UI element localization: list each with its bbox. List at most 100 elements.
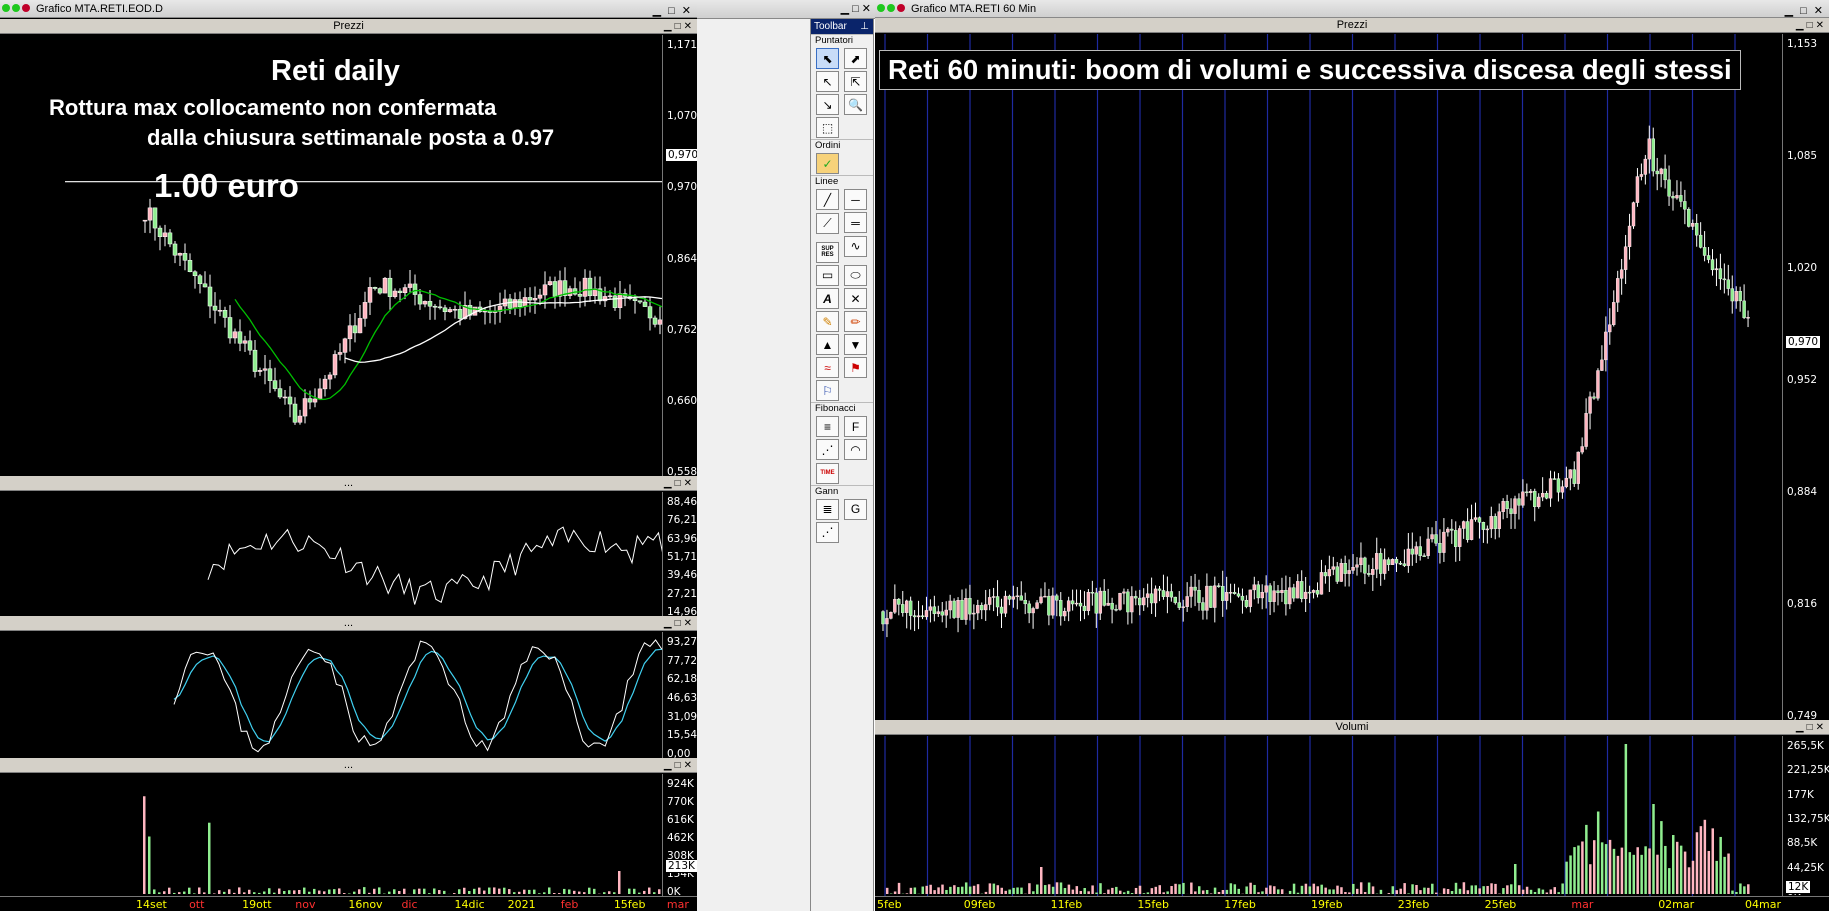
candle-body: [527, 297, 533, 301]
hourly-volume-bar: [1324, 887, 1327, 894]
flag-tool-icon[interactable]: ⚑: [844, 357, 867, 378]
pointer-info-tool-icon[interactable]: ⬈: [844, 48, 867, 69]
pointer-tool-icon[interactable]: ⬉: [816, 48, 839, 69]
volume-bar: [348, 893, 351, 894]
hourly-candle-body: [897, 598, 901, 605]
ellipse-tool-icon[interactable]: ⬭: [844, 265, 867, 286]
hourly-volume-bar: [933, 890, 936, 894]
hourly-volume-bar: [1257, 892, 1260, 894]
window-controls[interactable]: ▁ □ ✕: [653, 2, 693, 20]
daily-volume-chart[interactable]: [0, 774, 662, 896]
fib-fan-tool-icon[interactable]: ⋰: [816, 439, 839, 460]
text-tool-icon[interactable]: A: [816, 288, 839, 309]
gann-grid-tool-icon[interactable]: ≣: [816, 498, 839, 520]
volume-bar: [228, 889, 231, 894]
volume-bar: [573, 890, 576, 894]
hourly-volume-bar: [1423, 887, 1426, 894]
hourly-volume-bar: [1040, 867, 1043, 894]
hourly-candle-body: [1098, 590, 1102, 614]
cross-tool-icon[interactable]: ✕: [844, 288, 867, 309]
gann-fan-tool-icon[interactable]: ⋰: [816, 521, 839, 543]
axis-tick-label: 44,25K: [1787, 861, 1824, 874]
date-tick-label: 14set: [136, 898, 167, 911]
right-window-titlebar[interactable]: Grafico MTA.RETI 60 Min ▁ □ ✕: [875, 0, 1829, 18]
hourly-candle-body: [1683, 201, 1687, 210]
arrow-tool-icon[interactable]: ↖: [816, 71, 839, 92]
hourly-volume-bar: [1525, 886, 1529, 894]
channel-tool-icon[interactable]: ═: [844, 212, 867, 233]
flag-blue-tool-icon[interactable]: ⚐: [816, 380, 839, 401]
pane-controls[interactable]: ▁□✕: [1796, 720, 1827, 735]
toolbar-window-strip[interactable]: ▁ □ ✕: [697, 0, 875, 19]
hourly-volume-bar: [1593, 840, 1596, 894]
candle-body: [207, 286, 213, 307]
volume-bar: [528, 889, 531, 894]
time-cycle-tool-icon[interactable]: TIME: [816, 462, 839, 484]
gann-box-tool-icon[interactable]: G: [844, 498, 867, 520]
hline-tool-icon[interactable]: ─: [844, 189, 867, 210]
ray-tool-icon[interactable]: ⟋: [816, 212, 839, 234]
select-tool-icon[interactable]: ↘: [816, 94, 839, 115]
hourly-volume-bar: [1600, 842, 1604, 894]
hourly-volume-title: Volumi: [1335, 721, 1369, 733]
hourly-volume-bar: [1596, 811, 1600, 894]
hourly-volume-bar: [1004, 890, 1007, 894]
left-chart-window[interactable]: Grafico MTA.RETI.EOD.D ▁ □ ✕ Prezzi ▁□✕ …: [0, 0, 756, 911]
hourly-candle-body: [1347, 570, 1351, 574]
pane-controls[interactable]: ▁□✕: [664, 476, 695, 491]
volume-bar: [318, 890, 321, 894]
right-chart-window[interactable]: Grafico MTA.RETI 60 Min ▁ □ ✕ Prezzi ▁□✕…: [875, 0, 1829, 911]
hourly-candle-body: [1596, 370, 1600, 399]
pin-icon[interactable]: ⊥: [860, 19, 869, 34]
arrow-cross-tool-icon[interactable]: ⇱: [844, 71, 867, 92]
stochastic-chart[interactable]: [0, 632, 662, 758]
hourly-candle-body: [995, 596, 1000, 608]
pane-controls[interactable]: ▁□✕: [664, 19, 695, 34]
volume-bar: [423, 888, 426, 894]
hourly-candle-body: [1126, 591, 1130, 613]
section-puntatori: Puntatori: [811, 34, 873, 47]
daily-price-chart[interactable]: Reti daily Rottura max collocamento non …: [0, 35, 662, 476]
hourly-candle-body: [1193, 586, 1197, 591]
hourly-volume-bar: [1506, 885, 1509, 894]
left-window-titlebar[interactable]: Grafico MTA.RETI.EOD.D ▁ □ ✕: [0, 0, 697, 18]
pencil-red-tool-icon[interactable]: ✏: [844, 311, 867, 332]
hourly-candle-body: [1687, 208, 1691, 227]
sup-res-tool-icon[interactable]: SUP RES: [816, 241, 839, 263]
pane-controls[interactable]: ▁□✕: [1796, 18, 1827, 33]
play-icon: [22, 4, 30, 12]
arrow-up-tool-icon[interactable]: ▲: [816, 334, 839, 355]
candle-body: [632, 298, 638, 301]
hourly-candle-body: [905, 600, 909, 613]
hourly-volume-bar: [1363, 892, 1367, 894]
arrow-down-tool-icon[interactable]: ▼: [844, 334, 867, 355]
hourly-volume-bar: [1126, 890, 1130, 894]
zoom-tool-icon[interactable]: 🔍: [844, 94, 867, 115]
pane-controls[interactable]: ▁□✕: [664, 758, 695, 773]
toolbar-header[interactable]: Toolbar ⊥: [811, 19, 873, 34]
fib-arc-tool-icon[interactable]: ◠: [844, 439, 867, 460]
rect-select-tool-icon[interactable]: ⬚: [816, 117, 839, 138]
date-tick-label: 14dic: [454, 898, 485, 911]
orders-tool-icon[interactable]: ✓: [816, 153, 839, 174]
trendline-tool-icon[interactable]: ╱: [816, 189, 839, 210]
rectangle-tool-icon[interactable]: ▭: [816, 264, 839, 286]
hourly-candle-body: [1734, 291, 1738, 302]
candle-body: [542, 284, 548, 296]
pencil-tool-icon[interactable]: ✎: [816, 311, 839, 332]
fib-time-tool-icon[interactable]: F: [844, 416, 867, 437]
hourly-volume-bar: [1154, 886, 1158, 894]
hourly-price-chart[interactable]: Reti 60 minuti: boom di volumi e success…: [875, 34, 1782, 720]
hourly-volume-chart[interactable]: [875, 736, 1782, 896]
fast-moving-average: [234, 288, 662, 401]
hourly-volume-bar: [941, 884, 944, 894]
wave-tool-icon[interactable]: ≈: [816, 357, 839, 378]
hourly-candle-body: [1485, 528, 1490, 531]
volume-bar: [233, 892, 236, 894]
oscillator1-chart[interactable]: [0, 492, 662, 616]
status-dot-icon: [887, 4, 895, 12]
volume-bar: [608, 891, 611, 894]
fib-retracement-tool-icon[interactable]: ≡: [816, 416, 839, 437]
pane-controls[interactable]: ▁□✕: [664, 616, 695, 631]
polyline-tool-icon[interactable]: ∿: [844, 235, 867, 257]
